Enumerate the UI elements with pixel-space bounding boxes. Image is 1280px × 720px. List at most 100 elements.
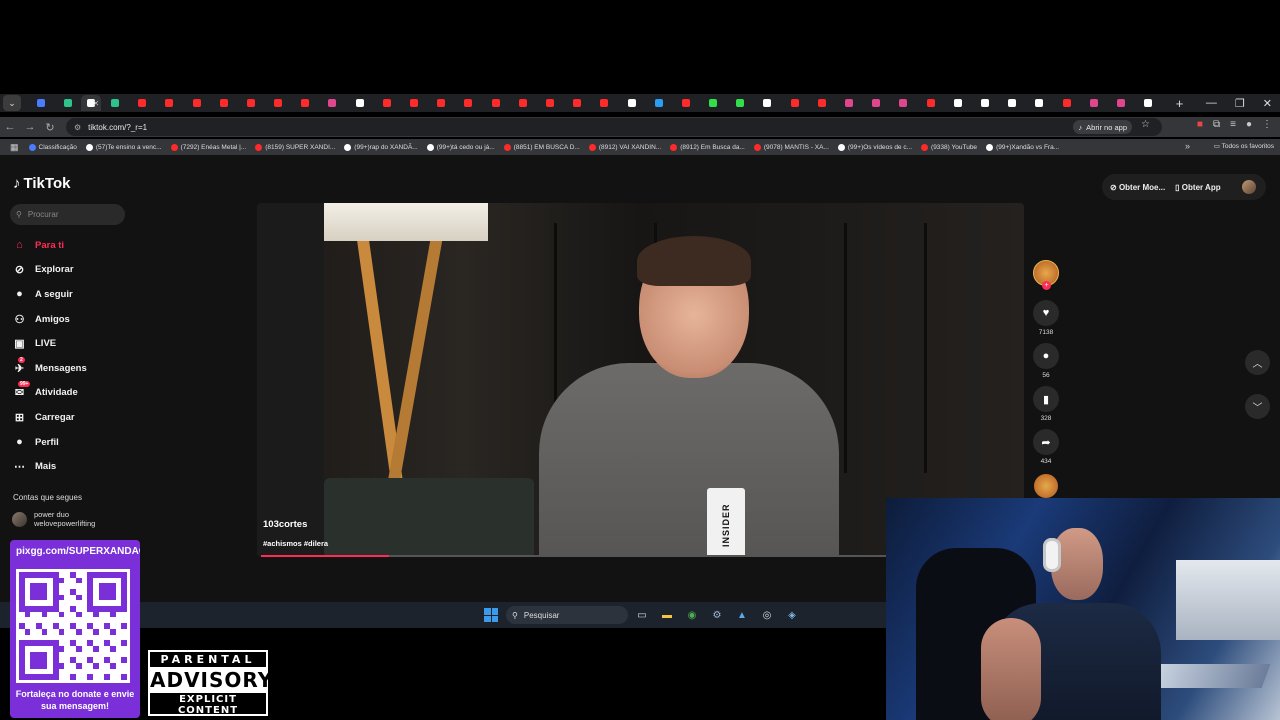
browser-tab[interactable]: [754, 95, 781, 111]
browser-tab[interactable]: [292, 95, 319, 111]
browser-tab[interactable]: [455, 95, 482, 111]
sidebar-item-explorar[interactable]: ⊘ Explorar: [12, 258, 87, 283]
file-explorer-icon[interactable]: ▬: [659, 607, 675, 623]
bookmark-item[interactable]: (9078) MANTIS - XA...: [753, 143, 829, 151]
bookmark-item[interactable]: (7292) Enéas Metal |...: [170, 143, 246, 151]
browser-tab[interactable]: [536, 95, 563, 111]
bookmark-item[interactable]: (8912) Em Busca da...: [670, 143, 745, 151]
browser-tab[interactable]: [727, 95, 754, 111]
sidebar-item-mensagens[interactable]: ✈ 2 Mensagens: [12, 356, 87, 381]
bookmark-item[interactable]: (9338) YouTube: [921, 143, 977, 151]
browser-tab[interactable]: [672, 95, 699, 111]
maximize-icon[interactable]: ❐: [1235, 97, 1245, 110]
browser-tab[interactable]: [863, 95, 890, 111]
browser-tab[interactable]: [428, 95, 455, 111]
site-info-icon[interactable]: ⚙: [74, 123, 81, 132]
user-avatar[interactable]: [1242, 180, 1256, 194]
close-window-icon[interactable]: ✕: [1263, 97, 1272, 110]
more-bookmarks-icon[interactable]: »: [1185, 141, 1190, 151]
comment-button[interactable]: ●: [1033, 343, 1059, 369]
browser-tab[interactable]: [781, 95, 808, 111]
browser-tab[interactable]: [54, 95, 81, 111]
music-disc[interactable]: [1034, 474, 1058, 498]
browser-tab[interactable]: [400, 95, 427, 111]
new-tab-button[interactable]: +: [1176, 96, 1184, 111]
minimize-icon[interactable]: —: [1206, 97, 1217, 109]
video-progress-bar[interactable]: [261, 555, 901, 557]
puzzle-icon[interactable]: ⧉: [1213, 119, 1220, 130]
tiktok-logo[interactable]: ♪ TikTok: [13, 175, 70, 192]
browser-tab[interactable]: [482, 95, 509, 111]
url-field[interactable]: ⚙ tiktok.com/?_r=1 ♪ Abrir no app: [66, 118, 1162, 136]
browser-tab[interactable]: [319, 95, 346, 111]
next-video-button[interactable]: ﹀: [1245, 394, 1270, 419]
bookmark-star-icon[interactable]: ☆: [1141, 119, 1150, 130]
bookmark-item[interactable]: (99+)rap do XANDÃ...: [344, 143, 418, 151]
chrome-icon[interactable]: ◉: [684, 607, 700, 623]
sidebar-item-carregar[interactable]: ⊞ Carregar: [12, 405, 87, 430]
browser-tab[interactable]: [183, 95, 210, 111]
sidebar-item-amigos[interactable]: ⚇ Amigos: [12, 307, 87, 332]
share-button[interactable]: ➦: [1033, 429, 1059, 455]
close-tab-icon[interactable]: ✕: [93, 99, 100, 108]
browser-tab[interactable]: [700, 95, 727, 111]
windows-start-icon[interactable]: [484, 608, 498, 622]
browser-tab[interactable]: [591, 95, 618, 111]
reload-icon[interactable]: ↻: [40, 121, 60, 134]
browser-tab[interactable]: [509, 95, 536, 111]
all-favorites-folder[interactable]: ▭ Todos os favoritos: [1214, 142, 1274, 150]
browser-tab[interactable]: [156, 95, 183, 111]
bookmark-item[interactable]: (57)Te ensino a venc...: [85, 143, 162, 151]
browser-tab[interactable]: [1107, 95, 1134, 111]
browser-tab[interactable]: ✕: [81, 95, 102, 111]
browser-tab[interactable]: [645, 95, 672, 111]
video-author[interactable]: 103cortes: [263, 519, 307, 530]
bookmark-item[interactable]: (8912) VAI XANDIN...: [588, 143, 661, 151]
browser-tab[interactable]: [890, 95, 917, 111]
recorder-icon[interactable]: ◎: [759, 607, 775, 623]
browser-tab[interactable]: [237, 95, 264, 111]
photos-icon[interactable]: ▲: [734, 607, 750, 623]
forward-icon[interactable]: →: [20, 121, 40, 133]
creator-avatar[interactable]: +: [1033, 260, 1059, 290]
browser-tab[interactable]: [808, 95, 835, 111]
browser-tab[interactable]: [835, 95, 862, 111]
browser-tab[interactable]: [101, 95, 128, 111]
task-view-icon[interactable]: ▭: [634, 607, 650, 623]
extension-icon[interactable]: ■: [1197, 119, 1203, 130]
browser-tab[interactable]: [1080, 95, 1107, 111]
following-user[interactable]: power duo welovepowerlifting: [12, 510, 95, 528]
bookmark-item[interactable]: (8851) EM BUSCA D...: [503, 143, 580, 151]
get-coins-button[interactable]: ⊘ Obter Moe...: [1110, 183, 1165, 192]
video-hashtags[interactable]: #achismos #dilera: [263, 539, 328, 548]
previous-video-button[interactable]: ︿: [1245, 350, 1270, 375]
back-icon[interactable]: ←: [0, 121, 20, 133]
profile-avatar-icon[interactable]: ●: [1246, 119, 1252, 130]
browser-tab[interactable]: [210, 95, 237, 111]
sidebar-item-a-seguir[interactable]: ● A seguir: [12, 282, 87, 307]
open-in-app-button[interactable]: ♪ Abrir no app: [1073, 120, 1132, 134]
menu-icon[interactable]: ⋮: [1262, 119, 1272, 130]
get-app-button[interactable]: ▯ Obter App: [1175, 183, 1220, 192]
browser-tab[interactable]: [999, 95, 1026, 111]
browser-tab[interactable]: [346, 95, 373, 111]
browser-tab[interactable]: [129, 95, 156, 111]
sidebar-item-para-ti[interactable]: ⌂ Para ti: [12, 233, 87, 258]
browser-tab[interactable]: [265, 95, 292, 111]
browser-tab[interactable]: [373, 95, 400, 111]
browser-tab[interactable]: [564, 95, 591, 111]
settings-icon[interactable]: ⚙: [709, 607, 725, 623]
browser-tab[interactable]: [618, 95, 645, 111]
browser-tab[interactable]: [27, 95, 54, 111]
follow-plus-icon[interactable]: +: [1042, 281, 1051, 290]
taskbar-search[interactable]: ⚲ Pesquisar: [506, 606, 628, 624]
browser-tab[interactable]: [1135, 95, 1162, 111]
steam-icon[interactable]: ◈: [784, 607, 800, 623]
like-button[interactable]: ♥: [1033, 300, 1059, 326]
tab-search-button[interactable]: ⌄: [3, 95, 21, 111]
apps-grid-icon[interactable]: ▦: [10, 142, 19, 153]
search-input[interactable]: ⚲ Procurar: [10, 204, 125, 225]
browser-tab[interactable]: [1053, 95, 1080, 111]
browser-tab[interactable]: [944, 95, 971, 111]
save-button[interactable]: ▮: [1033, 386, 1059, 412]
